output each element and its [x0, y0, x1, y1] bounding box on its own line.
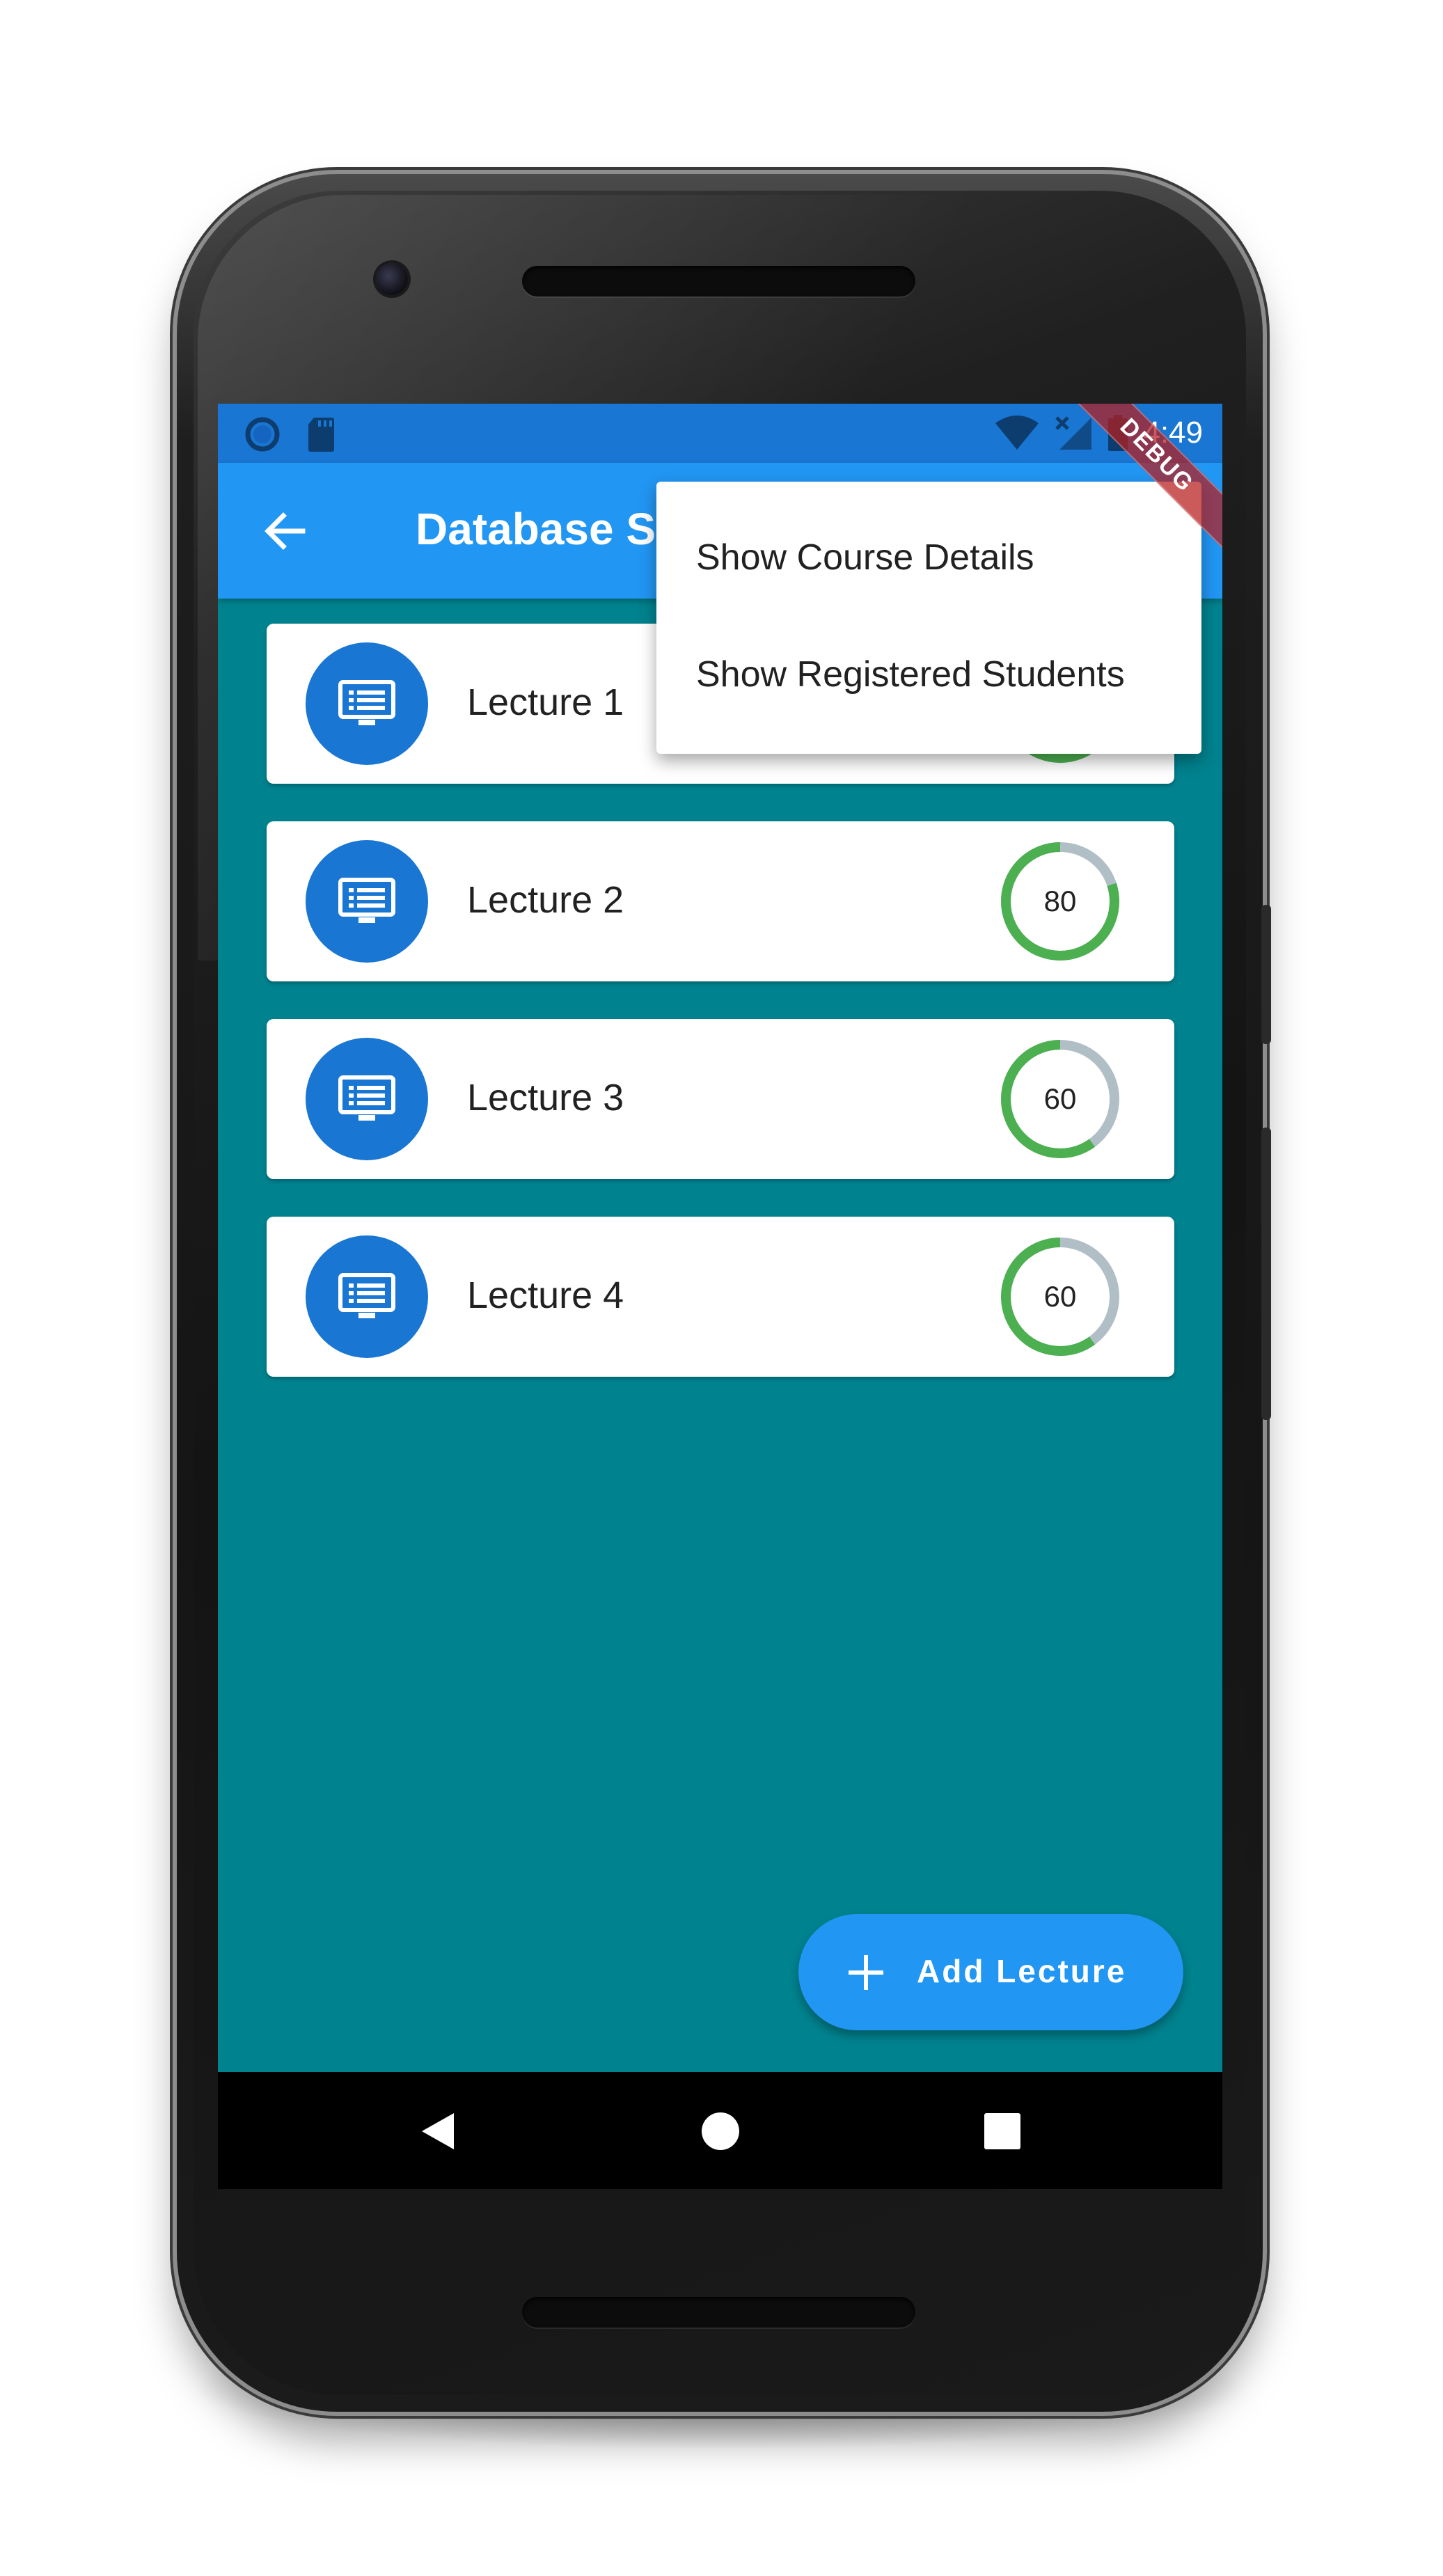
status-bar: 4:49: [218, 404, 1222, 463]
lecture-avatar: [306, 1235, 428, 1358]
top-speaker: [522, 266, 915, 297]
bottom-speaker: [522, 2297, 915, 2328]
add-lecture-label: Add Lecture: [917, 1953, 1127, 1989]
front-camera: [376, 263, 408, 295]
add-lecture-button[interactable]: Add Lecture: [798, 1914, 1183, 2030]
plus-icon: [849, 1955, 883, 1990]
no-signal-icon: [1055, 416, 1092, 450]
lecture-screen-icon: [338, 1075, 395, 1121]
screen: 4:49 Database Systems Lecture 180Lecture…: [218, 404, 1222, 2189]
system-nav-bar: [218, 2072, 1222, 2189]
power-button: [1261, 1128, 1271, 1420]
lecture-progress-label: 80: [1043, 885, 1077, 917]
menu-item-course-details[interactable]: Show Course Details: [656, 499, 1201, 616]
volume-button: [1261, 905, 1271, 1044]
nav-home-button[interactable]: [689, 2100, 752, 2163]
lecture-progress-label: 60: [1043, 1082, 1077, 1115]
overflow-menu: Show Course Details Show Registered Stud…: [656, 482, 1201, 754]
lecture-progress-ring: 80: [999, 840, 1121, 963]
lecture-screen-icon: [338, 680, 395, 725]
lecture-progress-ring: 60: [999, 1235, 1121, 1358]
lecture-title: Lecture 3: [467, 1077, 624, 1119]
lecture-progress-label: 60: [1043, 1280, 1077, 1313]
arrow-back-icon[interactable]: [260, 506, 310, 556]
back-triangle-icon: [422, 2113, 454, 2149]
lecture-avatar: [306, 642, 428, 765]
wifi-icon: [995, 416, 1039, 450]
lecture-title: Lecture 1: [467, 681, 624, 723]
sd-card-icon: [308, 418, 334, 452]
lecture-title: Lecture 2: [467, 879, 624, 921]
circle-notification-icon: [245, 417, 280, 452]
lecture-card[interactable]: Lecture 2 80: [267, 821, 1174, 981]
recents-square-icon: [984, 2113, 1020, 2149]
menu-item-registered-students[interactable]: Show Registered Students: [656, 616, 1201, 733]
lecture-avatar: [306, 1038, 428, 1160]
lecture-avatar: [306, 840, 428, 963]
lecture-card[interactable]: Lecture 4 60: [267, 1217, 1174, 1377]
nav-back-button[interactable]: [407, 2100, 470, 2163]
lecture-screen-icon: [338, 878, 395, 923]
lecture-progress-ring: 60: [999, 1038, 1121, 1160]
lecture-card[interactable]: Lecture 3 60: [267, 1019, 1174, 1179]
nav-recents-button[interactable]: [971, 2100, 1034, 2163]
lecture-title: Lecture 4: [467, 1274, 624, 1316]
lecture-screen-icon: [338, 1273, 395, 1318]
home-circle-icon: [702, 2112, 739, 2150]
